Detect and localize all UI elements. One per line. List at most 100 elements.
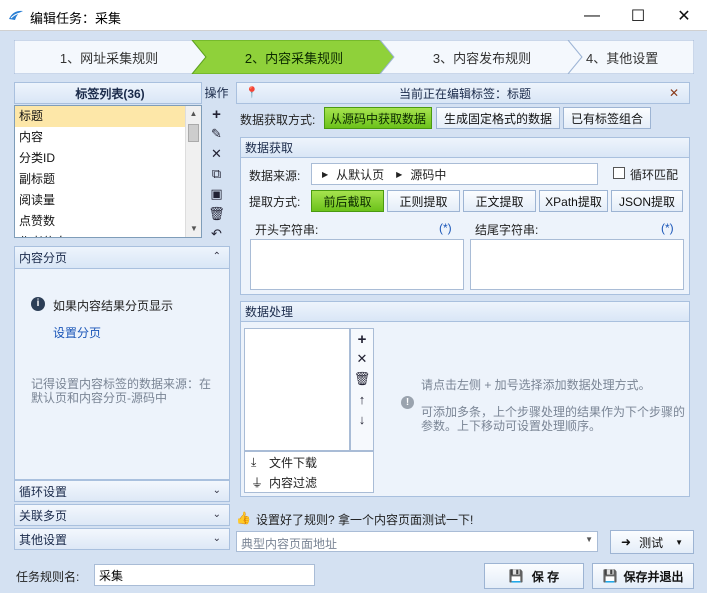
other-settings-label: 其他设置	[19, 532, 68, 547]
content-filter-option[interactable]: ⏚ 内容过滤	[245, 472, 373, 492]
method-regex-button[interactable]: 正则提取	[387, 190, 460, 212]
loop-settings-row[interactable]: 循环设置 ⌄	[14, 480, 230, 502]
save-icon: 💾	[508, 569, 524, 583]
test-url-input[interactable]: 典型内容页面地址 ▼	[236, 531, 598, 552]
breadcrumb-arrow-icon: ▶	[322, 169, 329, 179]
minimize-button[interactable]: —	[569, 0, 615, 31]
remove-processing-button[interactable]: ✕	[352, 349, 372, 369]
loop-match-label: 循环匹配	[630, 168, 679, 182]
breadcrumb-item[interactable]: 从默认页	[336, 166, 384, 183]
rule-name-input[interactable]	[94, 564, 315, 586]
tag-list-item[interactable]: 内容	[15, 127, 185, 148]
test-prompt: 设置好了规则? 拿一个内容页面测试一下!	[256, 513, 474, 527]
method-before-after-button[interactable]: 前后截取	[311, 190, 384, 212]
end-wildcard-button[interactable]: (*)	[661, 221, 674, 235]
arrow-up-icon: ↑	[358, 391, 366, 407]
method-label: 提取方式:	[249, 195, 301, 209]
tag-list-item[interactable]: 阅读量	[15, 190, 185, 211]
close-edit-icon[interactable]: ✕	[669, 86, 679, 100]
undo-tag-button[interactable]: ↶	[207, 224, 227, 244]
end-string-label: 结尾字符串:	[475, 223, 539, 237]
close-button[interactable]: ✕	[661, 0, 707, 31]
fetch-section: 数据获取 数据来源: ▶ 从默认页 ▶ 源码中 循环匹配 提取方式: 前后截取 …	[240, 137, 690, 295]
left-panel: 标签列表(36) 操作 标题内容分类ID副标题阅读量点赞数作者信息 ▲ ▼ + …	[14, 82, 230, 554]
move-up-button[interactable]: ↑	[352, 389, 372, 409]
scroll-down-icon[interactable]: ▼	[186, 221, 201, 237]
copy-tag-button[interactable]: ⧉	[207, 164, 227, 184]
acquire-combine-tags-button[interactable]: 已有标签组合	[563, 107, 651, 129]
end-string-input[interactable]	[470, 239, 684, 290]
processing-options: ⤓ 文件下载 ⏚ 内容过滤	[244, 451, 374, 493]
scroll-thumb[interactable]	[188, 124, 199, 142]
dropdown-arrow-icon: ▼	[675, 537, 683, 547]
move-down-button[interactable]: ↓	[352, 409, 372, 429]
test-button[interactable]: ➜ 测试 ▼	[610, 530, 694, 554]
pagination-title: 内容分页	[19, 251, 68, 265]
method-xpath-button[interactable]: XPath提取	[539, 190, 608, 212]
other-settings-row[interactable]: 其他设置 ⌄	[14, 528, 230, 550]
pagination-note: 记得设置内容标签的数据来源：在默认页和内容分页-源码中	[31, 377, 212, 405]
source-breadcrumb[interactable]: ▶ 从默认页 ▶ 源码中	[311, 163, 598, 185]
download-icon: ⤓	[251, 454, 257, 469]
pin-icon: 📍	[245, 87, 259, 99]
acquire-from-source-button[interactable]: 从源码中获取数据	[324, 107, 432, 129]
tag-list-item[interactable]: 副标题	[15, 169, 185, 190]
expand-chevron-icon: ⌄	[212, 485, 221, 496]
tag-list-item[interactable]: 标题	[15, 106, 185, 127]
add-processing-button[interactable]: +	[352, 329, 372, 349]
tag-ops-toolbar: + ✎ ✕ ⧉ ▣ 🗑 ↶	[203, 104, 230, 262]
ops-label: 操作	[204, 86, 229, 100]
tag-list-header: 标签列表(36)	[14, 82, 202, 104]
start-string-label: 开头字符串:	[255, 223, 319, 237]
step-publish-rules[interactable]: 3、内容发布规则	[394, 40, 570, 74]
loop-match-checkbox[interactable]	[613, 167, 625, 179]
start-wildcard-button[interactable]: (*)	[439, 221, 452, 235]
step-wizard: 1、网址采集规则 2、内容采集规则 3、内容发布规则 4、其他设置	[14, 40, 694, 74]
pagination-info: 如果内容结果分页显示	[53, 299, 174, 313]
processing-list[interactable]	[244, 328, 350, 451]
arrow-down-icon: ↓	[358, 411, 366, 427]
dropdown-arrow-icon[interactable]: ▼	[585, 535, 593, 544]
related-pages-row[interactable]: 关联多页 ⌄	[14, 504, 230, 526]
method-json-button[interactable]: JSON提取	[611, 190, 683, 212]
pagination-panel: 内容分页 ⌃ i 如果内容结果分页显示 设置分页 记得设置内容标签的数据来源：在…	[14, 246, 230, 480]
trash-icon: 🗑	[208, 206, 225, 221]
edit-tag-button[interactable]: ✎	[207, 124, 227, 144]
acquire-fixed-format-button[interactable]: 生成固定格式的数据	[436, 107, 560, 129]
pencil-icon: ✎	[211, 126, 222, 141]
delete-tag-button[interactable]: ✕	[207, 144, 227, 164]
rule-name-label: 任务规则名:	[16, 570, 80, 584]
set-pagination-link[interactable]: 设置分页	[53, 324, 101, 341]
related-pages-label: 关联多页	[19, 508, 68, 523]
file-download-option[interactable]: ⤓ 文件下载	[245, 452, 373, 472]
scroll-up-icon[interactable]: ▲	[186, 106, 201, 122]
title-bar: 编辑任务：采集 — ☐ ✕	[0, 0, 707, 31]
paste-tag-button[interactable]: ▣	[207, 184, 227, 204]
tag-list-item[interactable]: 分类ID	[15, 148, 185, 169]
filter-icon: ⏚	[251, 475, 264, 490]
paste-icon: ▣	[210, 186, 223, 201]
test-url-placeholder: 典型内容页面地址	[241, 537, 338, 551]
breadcrumb-item[interactable]: 源码中	[410, 166, 446, 183]
trash-tag-button[interactable]: 🗑	[207, 204, 227, 224]
save-exit-button[interactable]: 💾 保存并退出	[592, 563, 694, 589]
tag-list[interactable]: 标题内容分类ID副标题阅读量点赞数作者信息 ▲ ▼	[14, 105, 202, 238]
source-label: 数据来源:	[249, 169, 301, 183]
right-panel: 📍 当前正在编辑标签：标题 ✕ 数据获取方式: 从源码中获取数据 生成固定格式的…	[236, 82, 694, 554]
content-filter-label: 内容过滤	[269, 475, 318, 490]
method-body-button[interactable]: 正文提取	[463, 190, 536, 212]
tag-list-item[interactable]: 作者信息	[15, 232, 185, 237]
step-other-settings[interactable]: 4、其他设置	[586, 40, 698, 74]
trash-processing-button[interactable]: 🗑	[352, 369, 372, 389]
tag-list-scrollbar[interactable]: ▲ ▼	[185, 106, 201, 237]
tag-list-item[interactable]: 点赞数	[15, 211, 185, 232]
maximize-button[interactable]: ☐	[615, 0, 661, 31]
save-button[interactable]: 💾 保 存	[484, 563, 584, 589]
editing-header: 📍 当前正在编辑标签：标题 ✕	[236, 82, 690, 104]
close-icon: ✕	[677, 7, 691, 25]
step-content-rules[interactable]: 2、内容采集规则	[206, 40, 382, 74]
add-tag-button[interactable]: +	[207, 104, 227, 124]
start-string-input[interactable]	[250, 239, 464, 290]
step-url-rules[interactable]: 1、网址采集规则	[24, 40, 194, 74]
pagination-header[interactable]: 内容分页 ⌃	[15, 247, 229, 269]
